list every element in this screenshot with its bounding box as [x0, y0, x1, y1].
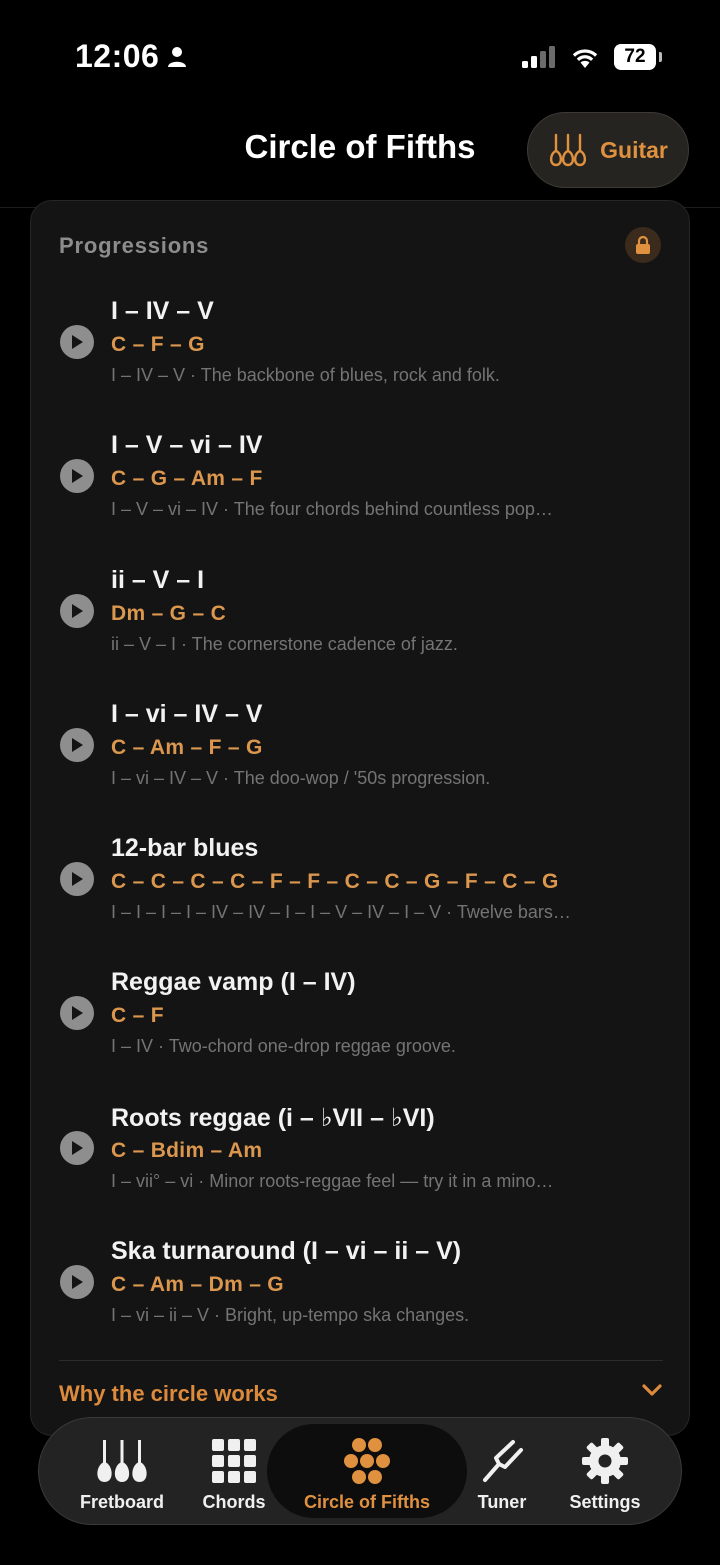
progression-item[interactable]: I – IV – V C – F – G I – IV – V · The ba… — [31, 295, 689, 429]
why-circle-works-disclosure[interactable]: Why the circle works — [59, 1381, 663, 1411]
chevron-down-icon — [642, 1384, 662, 1396]
battery-level: 72 — [624, 46, 646, 67]
section-divider — [59, 1360, 663, 1361]
progression-item[interactable]: I – V – vi – IV C – G – Am – F I – V – v… — [31, 429, 689, 563]
progression-chords: C – Bdim – Am — [111, 1138, 263, 1162]
progression-name: Reggae vamp (I – IV) — [111, 968, 356, 997]
tab-tuner[interactable]: Tuner — [459, 1418, 545, 1524]
progression-description: ii – V – I · The cornerstone cadence of … — [111, 633, 458, 654]
play-icon — [72, 872, 83, 887]
play-button[interactable] — [60, 1265, 94, 1300]
progression-name: Roots reggae (i – ♭VII – ♭VI) — [111, 1103, 435, 1132]
progression-chords: C – C – C – C – F – F – C – C – G – F – … — [111, 870, 559, 894]
play-icon — [72, 1140, 83, 1155]
progression-item[interactable]: I – vi – IV – V C – Am – F – G I – vi – … — [31, 698, 689, 832]
guitars-icon — [550, 133, 587, 167]
lock-button[interactable] — [625, 227, 661, 263]
tab-label: Tuner — [477, 1492, 527, 1512]
play-button[interactable] — [60, 1130, 94, 1165]
status-indicators: 72 — [522, 44, 662, 70]
progression-item[interactable]: Roots reggae (i – ♭VII – ♭VI) C – Bdim –… — [31, 1101, 689, 1235]
progression-chords: C – F – G — [111, 333, 205, 356]
progression-list: I – IV – V C – F – G I – IV – V · The ba… — [31, 295, 689, 1369]
play-button[interactable] — [60, 862, 94, 897]
progression-description: I – I – I – I – IV – IV – I – I – V – IV… — [111, 902, 571, 923]
cellular-signal-icon — [522, 46, 555, 68]
progression-name: Ska turnaround (I – vi – ii – V) — [111, 1237, 462, 1266]
play-button[interactable] — [60, 996, 94, 1031]
tab-settings[interactable]: Settings — [555, 1418, 655, 1524]
tuning-fork-icon — [483, 1440, 523, 1482]
why-circle-works-label: Why the circle works — [59, 1381, 278, 1406]
play-icon — [72, 469, 83, 484]
progressions-card: Progressions I – IV – V C – F – G I – IV… — [30, 200, 690, 1436]
play-button[interactable] — [60, 459, 94, 494]
play-icon — [72, 335, 83, 349]
instrument-button-label: Guitar — [600, 136, 668, 163]
progression-item[interactable]: ii – V – I Dm – G – C ii – V – I · The c… — [31, 564, 689, 698]
progression-description: I – vii° – vi · Minor roots-reggae feel … — [111, 1170, 554, 1191]
progression-description: I – vi – IV – V · The doo-wop / '50s pro… — [111, 767, 491, 788]
progressions-title: Progressions — [59, 233, 210, 258]
progression-item[interactable]: Reggae vamp (I – IV) C – F I – IV · Two-… — [31, 966, 689, 1100]
instrument-button[interactable]: Guitar — [527, 112, 689, 188]
progression-item[interactable]: Ska turnaround (I – vi – ii – V) C – Am … — [31, 1235, 689, 1369]
circle-of-fifths-screen: 12:06 72 Circle of Fifths Guitar Progres… — [0, 0, 720, 1565]
lock-icon — [636, 235, 650, 254]
progression-name: 12-bar blues — [111, 834, 259, 863]
progression-chords: C – Am – F – G — [111, 735, 263, 759]
tab-label: Fretboard — [79, 1492, 164, 1512]
grid-icon — [212, 1439, 256, 1483]
play-button[interactable] — [60, 593, 94, 628]
progression-name: I – vi – IV – V — [111, 699, 263, 728]
progression-description: I – V – vi – IV · The four chords behind… — [111, 499, 553, 520]
play-icon — [72, 603, 83, 618]
progression-description: I – IV – V · The backbone of blues, rock… — [111, 365, 500, 385]
flower-circle-icon — [344, 1438, 390, 1484]
play-icon — [72, 1275, 83, 1290]
battery-indicator: 72 — [614, 44, 662, 70]
progression-description: I – IV · Two-chord one-drop reggae groov… — [111, 1036, 456, 1057]
progression-chords: C – Am – Dm – G — [111, 1273, 284, 1297]
progression-name: I – IV – V — [111, 297, 214, 325]
status-bar: 12:06 72 — [0, 0, 720, 110]
status-time: 12:06 — [75, 38, 187, 75]
tab-label: Chords — [202, 1492, 266, 1512]
progression-description: I – vi – ii – V · Bright, up-tempo ska c… — [111, 1305, 470, 1326]
tab-label: Settings — [569, 1492, 641, 1512]
play-icon — [72, 1006, 83, 1021]
tab-chords[interactable]: Chords — [189, 1418, 279, 1524]
progression-name: ii – V – I — [111, 565, 205, 594]
progression-name: I – V – vi – IV — [111, 431, 263, 460]
tab-bar: Fretboard Chords Circle of Fifths Tuner … — [38, 1417, 682, 1525]
tab-fretboard[interactable]: Fretboard — [69, 1418, 175, 1524]
tab-label: Circle of Fifths — [303, 1492, 430, 1512]
gear-icon — [582, 1438, 628, 1484]
person-icon — [168, 46, 187, 67]
progression-chords: C – G – Am – F — [111, 467, 263, 491]
progression-chords: C – F — [111, 1004, 164, 1028]
play-button[interactable] — [60, 325, 94, 359]
guitars-icon — [97, 1440, 147, 1482]
progression-item[interactable]: 12-bar blues C – C – C – C – F – F – C –… — [31, 832, 689, 966]
time-label: 12:06 — [75, 38, 160, 74]
progression-chords: Dm – G – C — [111, 601, 227, 625]
wifi-icon — [572, 49, 598, 68]
tab-circle-of-fifths[interactable]: Circle of Fifths — [267, 1418, 467, 1524]
play-icon — [72, 737, 83, 752]
play-button[interactable] — [60, 727, 94, 762]
